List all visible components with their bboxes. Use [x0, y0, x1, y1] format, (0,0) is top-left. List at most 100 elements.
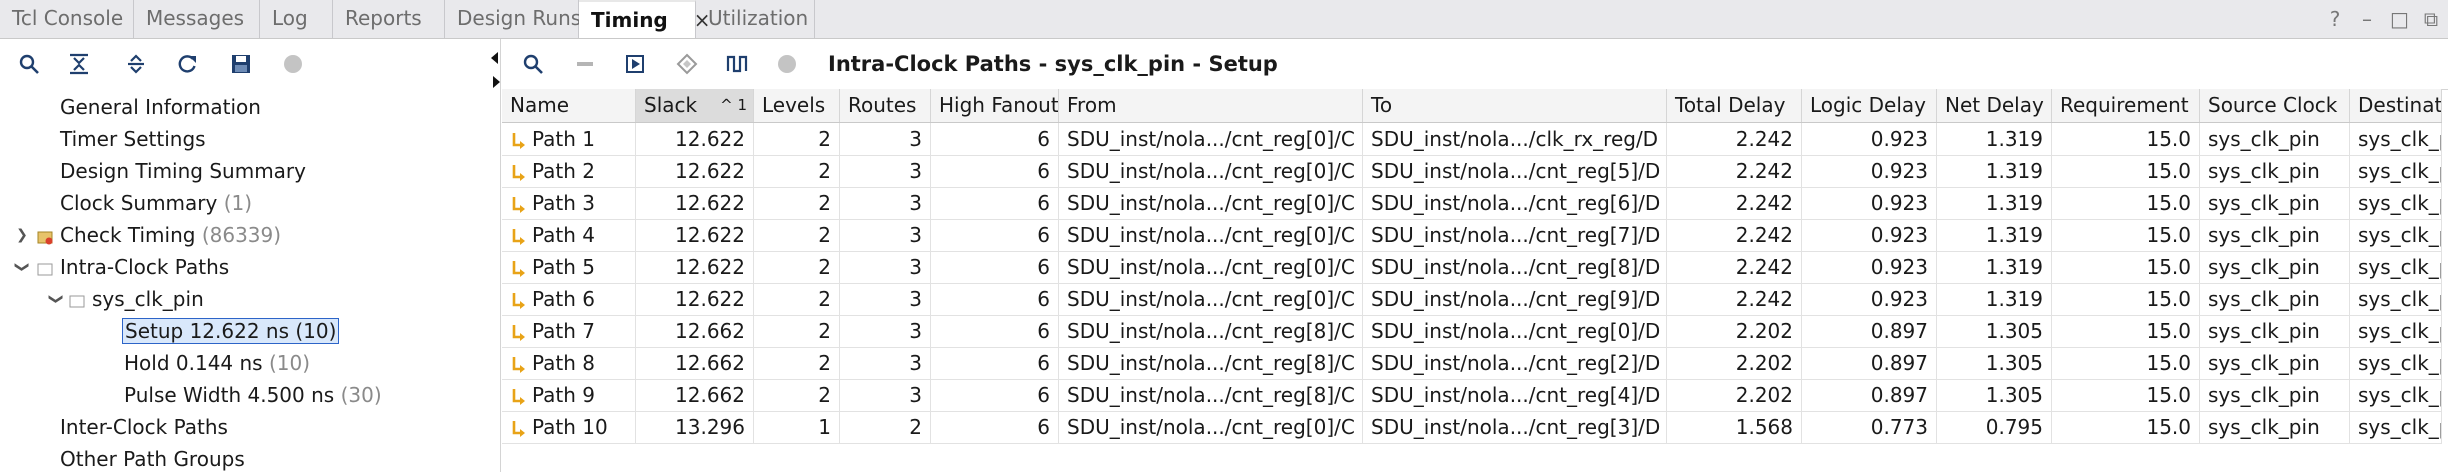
cell-text: SDU_inst/nola.../clk_rx_reg/D [1371, 127, 1659, 151]
table-row[interactable]: Path 2 12.622 2 3 6 SDU_inst/nola.../cnt_reg[… [502, 155, 2442, 188]
cell-text: 12.662 [675, 319, 745, 343]
tab-tcl-console[interactable]: Tcl Console [0, 0, 134, 38]
cell-text: 6 [1037, 191, 1050, 215]
chevron-right-icon[interactable]: ❯ [14, 220, 30, 250]
cell-text: sys_clk_pin [2358, 223, 2441, 247]
minimize-icon[interactable]: – [2358, 7, 2376, 31]
stop-icon[interactable] [276, 47, 310, 81]
column-header-routes[interactable]: Routes [840, 89, 931, 122]
refresh-icon[interactable] [170, 47, 204, 81]
search-icon[interactable] [12, 47, 46, 81]
cell-text: SDU_inst/nola.../cnt_reg[0]/C [1067, 127, 1355, 151]
column-header-source-clock[interactable]: Source Clock [2200, 89, 2350, 122]
column-header-levels[interactable]: Levels [754, 89, 840, 122]
help-icon[interactable]: ? [2326, 7, 2344, 31]
tab-bar: Tcl Console Messages Log Reports Design Runs… [0, 0, 2448, 39]
tree-item-design-timing-summary[interactable]: Design Timing Summary [60, 156, 306, 186]
splitter-handle[interactable] [491, 50, 501, 100]
cell-text: 2.242 [1735, 159, 1793, 183]
tree-item-other-path-groups[interactable]: Other Path Groups [60, 444, 245, 474]
chevron-down-icon[interactable]: ❯ [41, 291, 71, 307]
tab-label: Log [272, 6, 308, 30]
tab-messages[interactable]: Messages [134, 0, 260, 38]
cell-from: SDU_inst/nola.../cnt_reg[8]/C [1059, 347, 1363, 379]
tree-item-general-information[interactable]: General Information [60, 92, 261, 122]
float-icon[interactable]: ⧉ [2422, 7, 2440, 31]
cell-source-clock: sys_clk_pin [2200, 379, 2350, 411]
tree-item-clock-summary[interactable]: Clock Summary (1) [60, 188, 252, 218]
tab-timing[interactable]: Timing × [579, 0, 711, 38]
table-row[interactable]: Path 1 12.622 2 3 6 SDU_inst/nola.../cnt_reg[… [502, 123, 2442, 156]
cell-high-fanout: 6 [931, 123, 1059, 155]
collapse-all-icon[interactable] [62, 47, 96, 81]
cell-logic-delay: 0.897 [1802, 315, 1937, 347]
column-header-to[interactable]: To [1363, 89, 1667, 122]
cell-slack: 12.622 [636, 283, 754, 315]
table-row[interactable]: Path 3 12.622 2 3 6 SDU_inst/nola.../cnt_reg[… [502, 187, 2442, 220]
column-header-label: Slack [644, 93, 698, 117]
tree-item-hold[interactable]: Hold 0.144 ns (10) [124, 348, 310, 378]
cell-text: 12.622 [675, 191, 745, 215]
tree-item-label: Timer Settings [60, 127, 206, 151]
cell-slack: 12.622 [636, 251, 754, 283]
tree-item-intra-clock-paths[interactable]: Intra-Clock Paths [36, 252, 229, 282]
highlight-icon[interactable] [670, 47, 704, 81]
waveform-icon[interactable] [720, 47, 754, 81]
stop-icon[interactable] [770, 47, 804, 81]
cell-text: 3 [909, 287, 922, 311]
tree-item-pulse-width[interactable]: Pulse Width 4.500 ns (30) [124, 380, 382, 410]
restore-icon[interactable]: □ [2390, 7, 2409, 31]
remove-icon[interactable] [568, 47, 602, 81]
tree-item-timer-settings[interactable]: Timer Settings [60, 124, 206, 154]
column-header-destination-clock[interactable]: Destination Clock [2350, 89, 2442, 122]
table-row[interactable]: Path 4 12.622 2 3 6 SDU_inst/nola.../cnt_reg[… [502, 219, 2442, 252]
search-icon[interactable] [516, 47, 550, 81]
column-header-from[interactable]: From [1059, 89, 1363, 122]
tab-reports[interactable]: Reports [333, 0, 445, 38]
table-row[interactable]: Path 6 12.622 2 3 6 SDU_inst/nola.../cnt_reg[… [502, 283, 2442, 316]
cell-source-clock: sys_clk_pin [2200, 283, 2350, 315]
timing-path-icon [512, 388, 525, 405]
cell-from: SDU_inst/nola.../cnt_reg[0]/C [1059, 187, 1363, 219]
cell-requirement: 15.0 [2052, 251, 2200, 283]
tab-utilization[interactable]: Utilization [696, 0, 815, 38]
tab-design-runs[interactable]: Design Runs [445, 0, 581, 38]
tree-item-inter-clock-paths[interactable]: Inter-Clock Paths [60, 412, 228, 442]
table-row[interactable]: Path 9 12.662 2 3 6 SDU_inst/nola.../cnt_reg[… [502, 379, 2442, 412]
column-header-net-delay[interactable]: Net Delay [1937, 89, 2052, 122]
column-header-total-delay[interactable]: Total Delay [1667, 89, 1802, 122]
column-header-slack[interactable]: Slack ^ 1 [636, 89, 754, 122]
cell-text: sys_clk_pin [2208, 383, 2320, 407]
tree-item-label: Pulse Width 4.500 ns [124, 383, 335, 407]
column-header-requirement[interactable]: Requirement [2052, 89, 2200, 122]
cell-to: SDU_inst/nola.../cnt_reg[7]/D [1363, 219, 1667, 251]
cell-destination-clock: sys_clk_pin [2350, 411, 2442, 443]
cell-total-delay: 2.202 [1667, 379, 1802, 411]
chevron-down-icon[interactable]: ❯ [7, 259, 37, 275]
cell-levels: 2 [754, 219, 840, 251]
table-row[interactable]: Path 5 12.622 2 3 6 SDU_inst/nola.../cnt_reg[… [502, 251, 2442, 284]
tree-item-check-timing[interactable]: Check Timing (86339) [36, 220, 281, 250]
timing-path-icon [512, 228, 525, 245]
cell-text: 3 [909, 159, 922, 183]
cell-destination-clock: sys_clk_pin [2350, 347, 2442, 379]
column-header-high-fanout[interactable]: High Fanout [931, 89, 1059, 122]
cell-text: sys_clk_pin [2208, 159, 2320, 183]
column-header-logic-delay[interactable]: Logic Delay [1802, 89, 1937, 122]
tree-item-setup[interactable]: Setup 12.622 ns (10) [122, 316, 340, 346]
column-header-name[interactable]: Name [502, 89, 636, 122]
table-row[interactable]: Path 10 13.296 1 2 6 SDU_inst/nola.../cnt_reg… [502, 411, 2442, 444]
table-row[interactable]: Path 7 12.662 2 3 6 SDU_inst/nola.../cnt_reg[… [502, 315, 2442, 348]
table-row[interactable]: Path 8 12.662 2 3 6 SDU_inst/nola.../cnt_reg[… [502, 347, 2442, 380]
expand-all-icon[interactable] [119, 47, 153, 81]
tree-item-sys-clk-pin[interactable]: sys_clk_pin [68, 284, 204, 314]
tab-label: Utilization [708, 6, 809, 30]
tab-log[interactable]: Log [260, 0, 333, 38]
cell-from: SDU_inst/nola.../cnt_reg[0]/C [1059, 155, 1363, 187]
cell-text: 3 [909, 223, 922, 247]
export-icon[interactable] [618, 47, 652, 81]
cell-text: 12.662 [675, 351, 745, 375]
save-icon[interactable] [224, 47, 258, 81]
cell-text: 15.0 [2146, 255, 2191, 279]
cell-text: SDU_inst/nola.../cnt_reg[9]/D [1371, 287, 1661, 311]
